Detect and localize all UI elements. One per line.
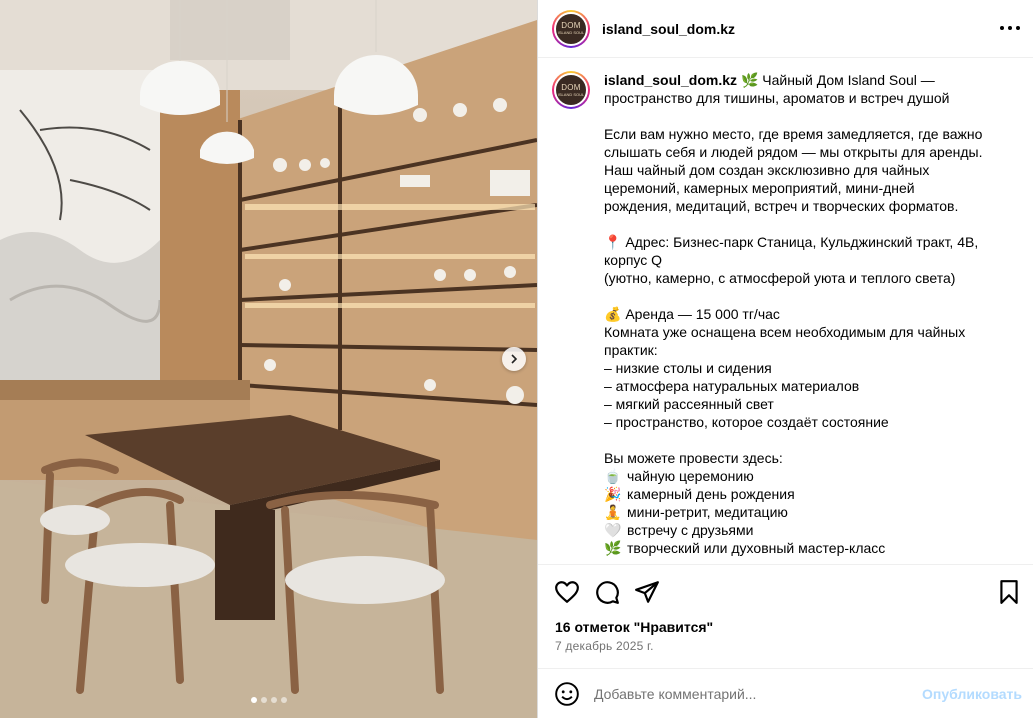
activity-item: 🤍 встречу с друзьями [604, 521, 1016, 539]
description-line: Наш чайный дом создан эксклюзивно для ча… [604, 162, 930, 178]
activity-item: 🍵 чайную церемонию [604, 467, 1016, 485]
meditation-emoji: 🧘 [604, 504, 622, 520]
description-line: слышать себя и людей рядом — мы открыты … [604, 144, 983, 160]
save-button[interactable] [996, 579, 1022, 605]
leaf-emoji: 🌿 [740, 72, 759, 88]
avatar-logo-text: DOM [561, 82, 581, 92]
caption-activities: Вы можете провести здесь: 🍵 чайную церемо… [604, 449, 1016, 557]
comment-input[interactable] [594, 685, 914, 702]
header-username[interactable]: island_soul_dom.kz [602, 21, 735, 37]
share-button[interactable] [634, 579, 660, 605]
description-line: церемоний, камерных мероприятий, мини-дн… [604, 180, 915, 196]
equipment-line: практик: [604, 342, 658, 358]
caption-text: island_soul_dom.kz 🌿 Чайный Дом Island S… [604, 71, 1016, 564]
comment-box: Опубликовать [538, 668, 1033, 718]
avatar-logo-subtext: ISLAND SOUL [557, 91, 585, 97]
caption-rent: 💰 Аренда — 15 000 тг/час Комната уже осн… [604, 305, 1016, 431]
activities-title: Вы можете провести здесь: [604, 450, 783, 466]
activity-text: чайную церемонию [627, 468, 754, 484]
equipment-line: Комната уже оснащена всем необходимым дл… [604, 324, 966, 340]
heart-icon [555, 581, 579, 603]
caption-address: 📍 Адрес: Бизнес-парк Станица, Кульджинск… [604, 233, 1016, 287]
next-slide-button[interactable] [502, 347, 526, 371]
carousel-dot [270, 697, 277, 703]
emoji-picker-button[interactable] [554, 681, 580, 707]
comment-icon [596, 581, 619, 604]
post-actions: 16 отметок "Нравится" 7 декабрь 2025 г. [538, 564, 1033, 668]
caption-intro: island_soul_dom.kz 🌿 Чайный Дом Island S… [604, 71, 1016, 107]
activity-text: встречу с друзьями [627, 522, 754, 538]
like-button[interactable] [554, 579, 580, 605]
more-options-icon[interactable] [1000, 20, 1020, 36]
carousel-dot [250, 697, 257, 703]
avatar-logo: DOM ISLAND SOUL [554, 73, 588, 107]
bookmark-icon [1000, 580, 1018, 604]
activity-item: 🌿 творческий или духовный мастер-класс [604, 539, 1016, 557]
post-sidebar: DOM ISLAND SOUL island_soul_dom.kz DOM I… [537, 0, 1033, 718]
carousel-dot [260, 697, 267, 703]
intro-line: Чайный Дом Island Soul — [762, 72, 935, 88]
address-note: (уютно, камерно, с атмосферой уюта и теп… [604, 270, 956, 286]
avatar-logo-subtext: ISLAND SOUL [557, 30, 585, 35]
money-emoji: 💰 [604, 306, 622, 322]
avatar-logo: DOM ISLAND SOUL [554, 11, 588, 46]
caption: DOM ISLAND SOUL island_soul_dom.kz 🌿 Чай… [538, 59, 1033, 564]
equipment-item: – мягкий рассеянный свет [604, 396, 774, 412]
party-emoji: 🎉 [604, 486, 622, 502]
activity-item: 🎉 камерный день рождения [604, 485, 1016, 503]
rent-price: Аренда — 15 000 тг/час [625, 306, 780, 322]
avatar[interactable]: DOM ISLAND SOUL [552, 9, 590, 48]
address-line: корпус Q [604, 252, 663, 268]
avatar-logo-text: DOM [561, 21, 581, 30]
activity-text: мини-ретрит, медитацию [627, 504, 788, 520]
publish-button[interactable]: Опубликовать [922, 686, 1022, 702]
caption-avatar[interactable]: DOM ISLAND SOUL [552, 71, 590, 109]
activity-item: 🧘 мини-ретрит, медитацию [604, 503, 1016, 521]
white-heart-emoji: 🤍 [604, 522, 622, 538]
intro-line: пространство для тишины, ароматов и встр… [604, 90, 950, 106]
carousel-dot [280, 697, 287, 703]
carousel-indicator [0, 697, 537, 703]
caption-description: Если вам нужно место, где время замедляе… [604, 125, 1016, 215]
chevron-right-icon [511, 354, 518, 364]
activity-text: творческий или духовный мастер-класс [627, 540, 886, 556]
post-photo[interactable] [0, 0, 537, 718]
address-line: Адрес: Бизнес-парк Станица, Кульджинский… [625, 234, 979, 250]
emoji-icon [555, 681, 579, 706]
share-icon [635, 581, 659, 603]
description-line: рождения, медитаций, встреч и творческих… [604, 198, 959, 214]
activity-text: камерный день рождения [627, 486, 795, 502]
description-line: Если вам нужно место, где время замедляе… [604, 126, 983, 142]
equipment-item: – атмосфера натуральных материалов [604, 378, 860, 394]
comment-button[interactable] [594, 579, 620, 605]
equipment-item: – низкие столы и сидения [604, 360, 772, 376]
post-header: DOM ISLAND SOUL island_soul_dom.kz [538, 0, 1033, 58]
post-date[interactable]: 7 декабрь 2025 г. [555, 639, 654, 653]
tea-room-photo [0, 0, 537, 718]
pin-emoji: 📍 [604, 234, 622, 250]
leaf-emoji: 🌿 [604, 540, 622, 556]
tea-emoji: 🍵 [604, 468, 622, 484]
equipment-item: – пространство, которое создаёт состояни… [604, 414, 889, 430]
likes-count[interactable]: 16 отметок "Нравится" [555, 619, 713, 635]
caption-username[interactable]: island_soul_dom.kz [604, 72, 737, 88]
